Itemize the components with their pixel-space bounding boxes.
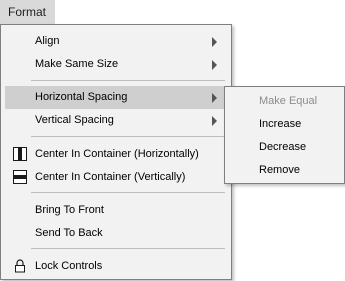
- chevron-right-icon: [212, 93, 217, 103]
- menu-separator: [31, 80, 225, 81]
- center-horizontally-icon: [13, 147, 27, 161]
- menu-item-center-horizontally[interactable]: Center In Container (Horizontally): [5, 143, 227, 166]
- chevron-right-icon: [212, 116, 217, 126]
- menu-item-bring-to-front-label: Bring To Front: [35, 204, 104, 216]
- menu-item-vertical-spacing[interactable]: Vertical Spacing: [5, 109, 227, 132]
- submenu-item-remove-label: Remove: [259, 164, 300, 176]
- menu-item-send-to-back[interactable]: Send To Back: [5, 222, 227, 245]
- format-menu[interactable]: Format: [0, 0, 55, 24]
- format-menu-label: Format: [8, 5, 47, 19]
- menu-item-center-vertically[interactable]: Center In Container (Vertically): [5, 166, 227, 189]
- menu-item-vertical-spacing-label: Vertical Spacing: [35, 114, 114, 126]
- submenu-item-remove[interactable]: Remove: [228, 159, 341, 182]
- menu-item-horizontal-spacing-label: Horizontal Spacing: [35, 91, 128, 103]
- menu-item-lock-controls[interactable]: Lock Controls: [5, 255, 227, 278]
- format-dropdown-menu: Align Make Same Size Horizontal Spacing …: [0, 24, 232, 280]
- submenu-item-decrease[interactable]: Decrease: [228, 136, 341, 159]
- chevron-right-icon: [212, 37, 217, 47]
- horizontal-spacing-submenu: Make Equal Increase Decrease Remove: [224, 86, 345, 184]
- submenu-item-make-equal-label: Make Equal: [259, 95, 318, 107]
- menu-item-send-to-back-label: Send To Back: [35, 227, 103, 239]
- chevron-right-icon: [212, 60, 217, 70]
- lock-icon: [15, 259, 25, 273]
- submenu-item-decrease-label: Decrease: [259, 141, 307, 153]
- menu-item-make-same-size[interactable]: Make Same Size: [5, 53, 227, 76]
- submenu-item-increase-label: Increase: [259, 118, 302, 130]
- menu-separator: [31, 248, 225, 249]
- menu-item-bring-to-front[interactable]: Bring To Front: [5, 199, 227, 222]
- menu-item-align[interactable]: Align: [5, 30, 227, 53]
- submenu-item-make-equal: Make Equal: [228, 90, 341, 113]
- center-vertically-icon: [13, 170, 27, 184]
- menu-item-horizontal-spacing[interactable]: Horizontal Spacing: [5, 86, 227, 109]
- menu-separator: [31, 136, 225, 137]
- menu-item-make-same-size-label: Make Same Size: [35, 58, 119, 70]
- menu-item-align-label: Align: [35, 35, 60, 47]
- menu-separator: [31, 192, 225, 193]
- menu-item-lock-controls-label: Lock Controls: [35, 260, 103, 272]
- menu-item-center-horizontally-label: Center In Container (Horizontally): [35, 148, 199, 160]
- menu-item-center-vertically-label: Center In Container (Vertically): [35, 171, 186, 183]
- submenu-item-increase[interactable]: Increase: [228, 113, 341, 136]
- app-canvas: Format Align Make Same Size Horizontal S…: [0, 0, 345, 281]
